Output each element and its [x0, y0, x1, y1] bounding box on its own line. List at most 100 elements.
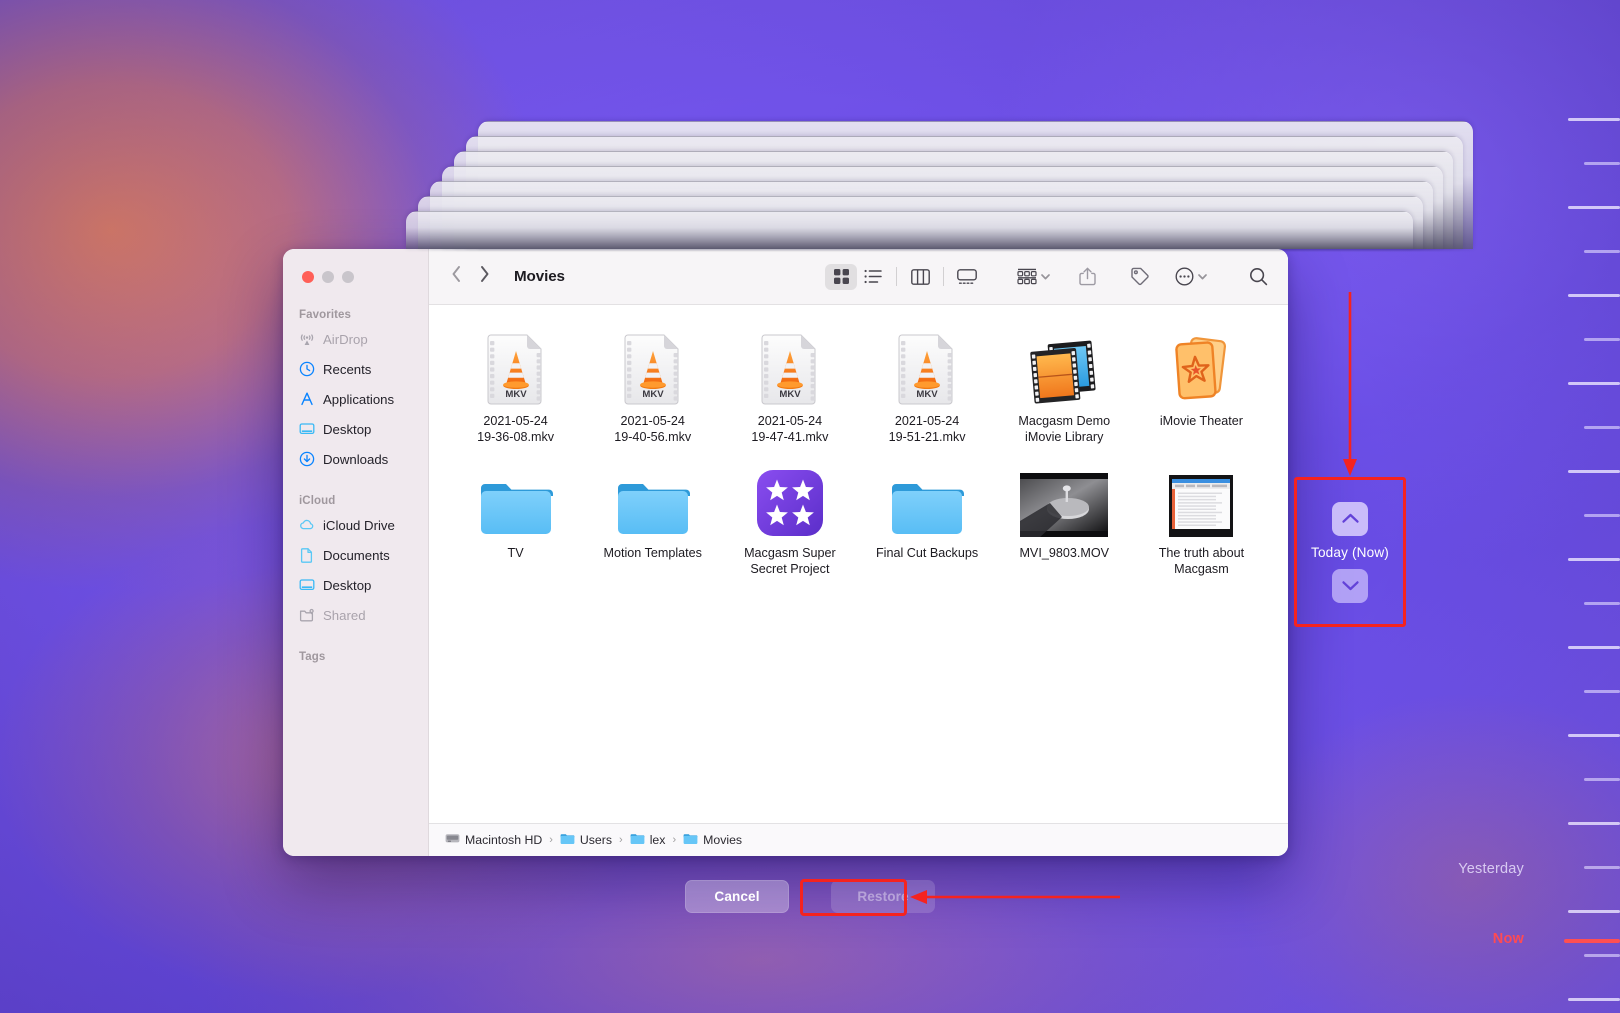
- mkv-file-icon: MKV: [761, 334, 816, 405]
- sidebar-item-label: Shared: [323, 607, 366, 623]
- maximize-button[interactable]: [342, 271, 354, 283]
- timeline-tick[interactable]: [1584, 338, 1620, 341]
- timeline-tick[interactable]: [1568, 382, 1620, 385]
- timeline-tick[interactable]: [1584, 162, 1620, 165]
- timeline-tick[interactable]: [1584, 866, 1620, 869]
- file-item[interactable]: MKV 2021-05-24 19-40-56.mkv: [584, 327, 721, 445]
- view-switcher: [825, 263, 983, 290]
- sidebar-item-label: iCloud Drive: [323, 517, 395, 533]
- forward-button[interactable]: [479, 265, 490, 288]
- file-label: 2021-05-24 19-40-56.mkv: [614, 414, 692, 444]
- timeline-label-yesterday: Yesterday: [1458, 861, 1524, 877]
- search-button[interactable]: [1242, 264, 1274, 290]
- folder-small-icon: [683, 833, 698, 844]
- column-view-button[interactable]: [904, 264, 936, 290]
- file-item[interactable]: iMovie Theater: [1133, 327, 1270, 445]
- more-options-control[interactable]: [1175, 267, 1208, 286]
- file-grid: MKV 2021-05-24 19-36-08.mkv MKV 2021-05-2…: [429, 305, 1288, 823]
- back-button[interactable]: [451, 265, 462, 288]
- timeline-tick[interactable]: [1584, 690, 1620, 693]
- breadcrumb-item-movies[interactable]: Movies: [683, 833, 742, 848]
- breadcrumb-label: Users: [579, 833, 613, 847]
- icon-view-button[interactable]: [825, 263, 857, 290]
- sidebar-item-label: Downloads: [323, 451, 389, 467]
- movie-thumbnail-icon: [1020, 473, 1109, 537]
- mkv-file-icon: MKV: [898, 334, 953, 405]
- file-item[interactable]: MVI_9803.MOV: [996, 459, 1133, 577]
- timemachine-timeline[interactable]: [1536, 0, 1620, 1013]
- window-controls[interactable]: [302, 271, 354, 283]
- file-item[interactable]: TV: [447, 459, 584, 577]
- timeline-tick[interactable]: [1568, 646, 1620, 649]
- minimize-button[interactable]: [322, 271, 334, 283]
- file-item[interactable]: MKV 2021-05-24 19-51-21.mkv: [859, 327, 996, 445]
- file-label: Macgasm Demo iMovie Library: [1018, 414, 1111, 444]
- timeline-tick[interactable]: [1584, 602, 1620, 605]
- file-item[interactable]: The truth about Macgasm: [1133, 459, 1270, 577]
- share-button[interactable]: [1071, 264, 1103, 290]
- close-button[interactable]: [302, 271, 314, 283]
- tag-button[interactable]: [1123, 264, 1155, 290]
- sidebar-item-recents[interactable]: Recents: [283, 357, 428, 381]
- breadcrumb-label: lex: [649, 833, 666, 847]
- timeline-tick[interactable]: [1568, 206, 1620, 209]
- svg-text:MKV: MKV: [505, 389, 527, 400]
- timeline-tick[interactable]: [1584, 514, 1620, 517]
- folder-icon: [479, 463, 553, 537]
- mkv-file-icon: MKV: [624, 334, 679, 405]
- sidebar-section-gap: [283, 477, 428, 491]
- sidebar-item-icloud-drive[interactable]: iCloud Drive: [283, 513, 428, 537]
- imovie-library-icon: [1030, 340, 1096, 404]
- chevron-down-icon: [1198, 274, 1207, 280]
- timeline-tick[interactable]: [1584, 954, 1620, 957]
- sidebar-item-label: Desktop: [323, 421, 372, 437]
- file-item[interactable]: Motion Templates: [584, 459, 721, 577]
- timeline-tick[interactable]: [1568, 734, 1620, 737]
- sidebar-item-shared[interactable]: Shared: [283, 603, 428, 627]
- timeline-tick[interactable]: [1568, 118, 1620, 121]
- file-label: 2021-05-24 19-51-21.mkv: [888, 414, 966, 444]
- folder-small-icon: [560, 833, 575, 848]
- stars-folder-icon: [756, 470, 823, 536]
- folder-icon: [890, 463, 965, 537]
- file-item[interactable]: Macgasm Super Secret Project: [721, 459, 858, 577]
- timeline-tick[interactable]: [1568, 470, 1620, 473]
- timeline-tick[interactable]: [1584, 426, 1620, 429]
- breadcrumb-separator: ›: [672, 834, 677, 846]
- gallery-view-button[interactable]: [951, 264, 983, 290]
- sidebar-section-favorites: Favorites: [299, 309, 352, 321]
- file-item[interactable]: MKV 2021-05-24 19-36-08.mkv: [447, 327, 584, 445]
- sidebar-item-applications[interactable]: Applications: [283, 387, 428, 411]
- file-item[interactable]: Macgasm Demo iMovie Library: [996, 327, 1133, 445]
- timeline-tick[interactable]: [1568, 558, 1620, 561]
- sidebar-item-downloads[interactable]: Downloads: [283, 447, 428, 471]
- sidebar-item-desktop[interactable]: Desktop: [283, 417, 428, 441]
- sidebar-item-documents[interactable]: Documents: [283, 543, 428, 567]
- cancel-button[interactable]: Cancel: [685, 880, 789, 913]
- timeline-tick[interactable]: [1568, 910, 1620, 913]
- timeline-tick[interactable]: [1568, 822, 1620, 825]
- breadcrumb-item-lex[interactable]: lex: [630, 833, 666, 848]
- timeline-tick[interactable]: [1568, 294, 1620, 297]
- breadcrumb-item-users[interactable]: Users: [560, 833, 612, 848]
- chevron-down-icon: [1041, 274, 1050, 280]
- breadcrumb-separator: ›: [549, 834, 553, 846]
- finder-window: Favorites AirDrop Recents Applications D…: [283, 249, 1288, 856]
- file-label: 2021-05-24 19-47-41.mkv: [751, 414, 829, 444]
- file-item[interactable]: MKV 2021-05-24 19-47-41.mkv: [721, 327, 858, 445]
- timeline-tick[interactable]: [1584, 250, 1620, 253]
- group-by-control[interactable]: [1017, 268, 1051, 285]
- sidebar-item-desktop[interactable]: Desktop: [283, 573, 428, 597]
- timeline-tick[interactable]: [1584, 778, 1620, 781]
- timeline-tick-now[interactable]: [1564, 939, 1620, 943]
- imovie-library-icon: [1024, 331, 1104, 405]
- sidebar-item-airdrop[interactable]: AirDrop: [283, 327, 428, 351]
- mkv-file-icon: MKV: [896, 331, 958, 405]
- file-item[interactable]: Final Cut Backups: [859, 459, 996, 577]
- timeline-tick[interactable]: [1568, 998, 1620, 1001]
- clock-icon: [299, 361, 315, 377]
- breadcrumb-item-macintosh-hd[interactable]: Macintosh HD: [445, 832, 542, 848]
- folder-icon: [480, 484, 553, 534]
- file-label: 2021-05-24 19-36-08.mkv: [477, 414, 555, 444]
- list-view-button[interactable]: [857, 264, 889, 290]
